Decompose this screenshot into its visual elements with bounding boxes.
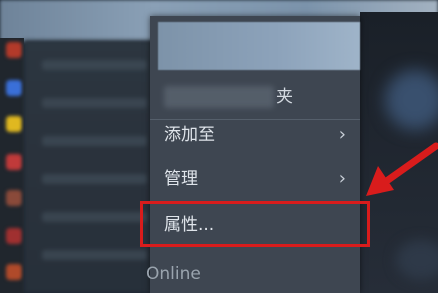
red-arrow-icon [366,142,438,196]
